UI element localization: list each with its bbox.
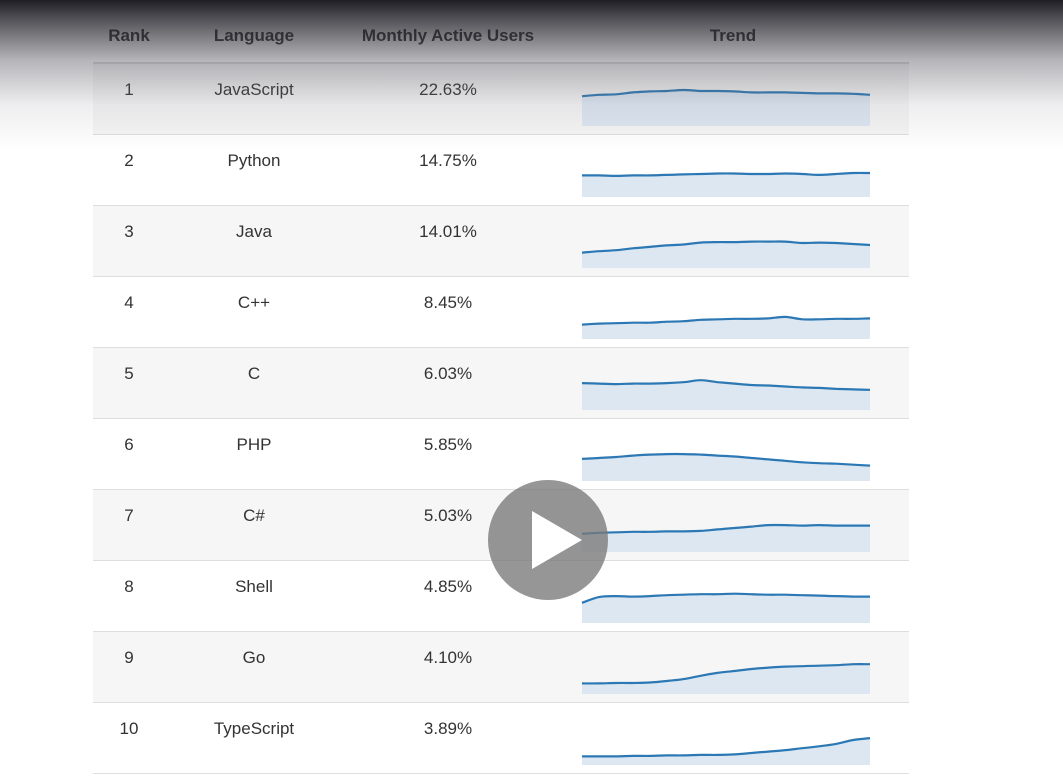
rank-cell: 8 <box>124 577 134 596</box>
language-cell: Shell <box>235 577 273 596</box>
rank-cell: 9 <box>124 648 134 667</box>
language-cell: Python <box>227 151 281 170</box>
rank-cell: 7 <box>124 506 134 525</box>
video-frame: Rank Language Monthly Active Users Trend… <box>0 0 1063 778</box>
trend-area <box>582 241 870 268</box>
table-row: 9 Go 4.10% <box>93 632 909 703</box>
table-row: 5 C 6.03% <box>93 348 909 419</box>
column-header-monthly-active-users: Monthly Active Users <box>361 26 535 45</box>
table-row: 3 Java 14.01% <box>93 206 909 277</box>
table-header: Rank Language Monthly Active Users Trend <box>93 0 909 64</box>
language-cell: JavaScript <box>214 80 294 99</box>
rank-cell: 2 <box>124 151 134 170</box>
users-cell: 22.63% <box>419 80 477 99</box>
rank-cell: 6 <box>124 435 134 454</box>
trend-sparkline <box>581 592 871 623</box>
users-cell: 3.89% <box>423 719 473 738</box>
play-icon <box>532 511 582 569</box>
trend-sparkline <box>581 452 871 481</box>
trend-area <box>582 664 870 694</box>
play-button[interactable] <box>488 480 608 600</box>
language-cell: C <box>247 364 261 383</box>
table-row: 4 C++ 8.45% <box>93 277 909 348</box>
table-row: 1 JavaScript 22.63% <box>93 64 909 135</box>
language-cell: C++ <box>237 293 271 312</box>
language-ranking-table: Rank Language Monthly Active Users Trend… <box>93 0 909 774</box>
trend-sparkline <box>581 523 870 552</box>
users-cell: 14.75% <box>419 151 477 170</box>
trend-sparkline <box>581 315 871 339</box>
trend-sparkline <box>581 171 871 197</box>
trend-sparkline <box>581 88 871 126</box>
users-cell: 14.01% <box>419 222 477 241</box>
language-cell: Go <box>242 648 266 667</box>
language-cell: C# <box>243 506 265 525</box>
table-row: 6 PHP 5.85% <box>93 419 909 490</box>
users-cell: 8.45% <box>423 293 473 312</box>
users-cell: 5.85% <box>423 435 473 454</box>
users-cell: 6.03% <box>423 364 473 383</box>
column-header-language: Language <box>213 26 295 45</box>
trend-sparkline <box>582 737 871 765</box>
rank-cell: 10 <box>119 719 139 738</box>
table-row: 2 Python 14.75% <box>93 135 909 206</box>
trend-sparkline <box>581 379 871 410</box>
rank-cell: 3 <box>124 222 134 241</box>
trend-area <box>582 593 870 623</box>
rank-cell: 5 <box>124 364 134 383</box>
table-row: 10 TypeScript 3.89% <box>93 703 909 774</box>
trend-sparkline <box>581 663 871 694</box>
trend-area <box>582 738 870 765</box>
table-body: 1 JavaScript 22.63% 2 Python 14.75% 3 Java 14.01… <box>93 64 909 774</box>
language-cell: Java <box>236 222 272 241</box>
column-header-rank: Rank <box>108 26 150 45</box>
column-header-trend: Trend <box>709 26 757 45</box>
trend-area <box>582 90 870 126</box>
rank-cell: 1 <box>124 80 134 99</box>
trend-area <box>582 454 870 481</box>
language-cell: TypeScript <box>213 719 295 738</box>
trend-sparkline <box>581 240 871 268</box>
rank-cell: 4 <box>124 293 134 312</box>
users-cell: 4.10% <box>423 648 473 667</box>
trend-area <box>582 316 870 339</box>
language-cell: PHP <box>236 435 272 454</box>
